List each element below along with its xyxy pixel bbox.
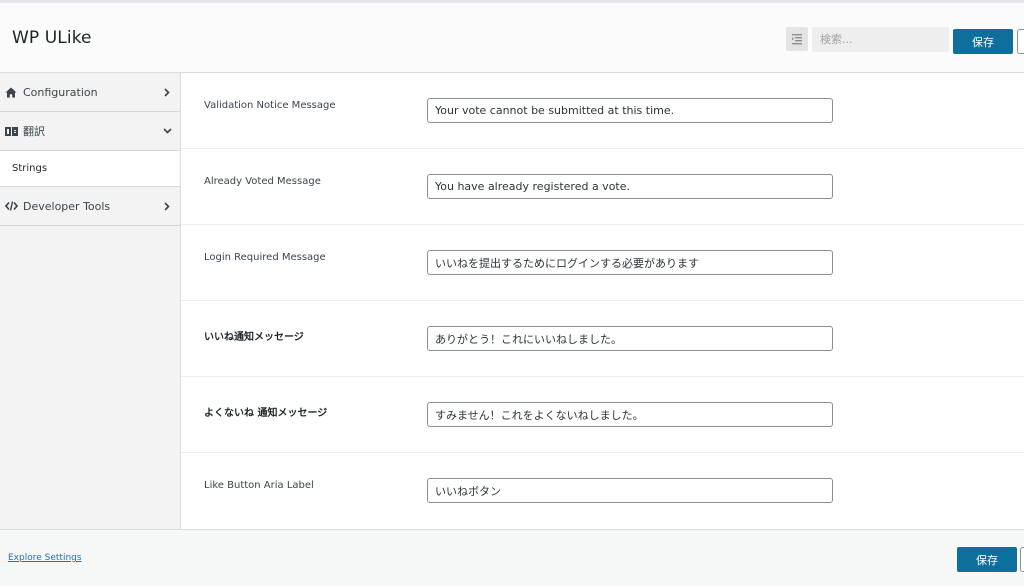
sidebar-item-label: 翻訳 [23, 123, 45, 139]
chevron-down-icon [162, 126, 172, 136]
sidebar-item-label: Configuration [23, 86, 98, 99]
like-aria-label-input[interactable] [427, 478, 833, 503]
sidebar-item-developer-tools[interactable]: Developer Tools [0, 187, 180, 226]
expand-icon [791, 33, 803, 45]
footer: Explore Settings 保存 [0, 529, 1024, 586]
reset-button-footer[interactable] [1020, 547, 1024, 572]
field-label: よくないね 通知メッセージ [204, 404, 327, 419]
like-notice-input[interactable] [427, 326, 833, 351]
sidebar-item-translation[interactable]: 翻訳 [0, 112, 180, 151]
field-row-like-notice: いいね通知メッセージ [181, 301, 1024, 377]
dislike-notice-input[interactable] [427, 402, 833, 427]
sidebar-item-label: Developer Tools [23, 200, 110, 213]
chevron-right-icon [162, 201, 172, 211]
sidebar-subitem-label: Strings [12, 163, 47, 174]
save-button-footer[interactable]: 保存 [957, 547, 1017, 572]
field-row-validation-notice: Validation Notice Message [181, 73, 1024, 149]
chevron-right-icon [162, 87, 172, 97]
settings-window: WP ULike 保存 Configuration [0, 0, 1024, 586]
field-label: Login Required Message [204, 252, 326, 263]
header: WP ULike 保存 [0, 6, 1024, 73]
sidebar: Configuration 翻訳 Strings Developer Tools [0, 73, 181, 529]
field-row-like-aria-label: Like Button Aria Label [181, 453, 1024, 529]
code-icon [4, 200, 18, 212]
main-content: Validation Notice Message Already Voted … [181, 73, 1024, 529]
field-row-already-voted: Already Voted Message [181, 149, 1024, 225]
save-button[interactable]: 保存 [953, 29, 1013, 54]
sidebar-item-configuration[interactable]: Configuration [0, 73, 180, 112]
page-title: WP ULike [12, 28, 92, 48]
sidebar-subitem-strings[interactable]: Strings [0, 151, 180, 187]
field-label: Already Voted Message [204, 176, 321, 187]
field-row-dislike-notice: よくないね 通知メッセージ [181, 377, 1024, 453]
login-required-input[interactable] [427, 250, 833, 275]
language-icon [4, 125, 18, 137]
reset-button[interactable] [1017, 29, 1024, 54]
field-label: Like Button Aria Label [204, 480, 314, 491]
explore-settings-link[interactable]: Explore Settings [8, 553, 82, 563]
already-voted-input[interactable] [427, 174, 833, 199]
field-row-login-required: Login Required Message [181, 225, 1024, 301]
field-label: いいね通知メッセージ [204, 328, 304, 343]
expand-all-button[interactable] [786, 27, 808, 51]
search-input[interactable] [812, 27, 949, 52]
field-label: Validation Notice Message [204, 100, 336, 111]
validation-notice-input[interactable] [427, 98, 833, 123]
home-icon [4, 86, 18, 98]
